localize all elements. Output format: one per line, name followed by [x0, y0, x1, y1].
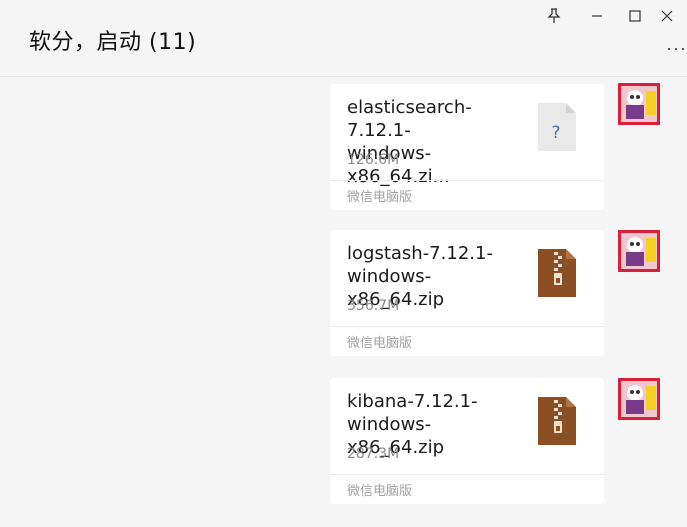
file-name: elasticsearch-7.12.1- windows-x86_64.zi.… — [347, 96, 527, 188]
minimize-icon[interactable] — [586, 6, 608, 26]
file-size: 126.6M — [347, 152, 400, 168]
divider — [330, 180, 604, 181]
file-name-line: kibana-7.12.1- — [347, 391, 478, 412]
pin-icon[interactable] — [543, 6, 565, 26]
chat-title: 软分，启动 (11) — [29, 30, 197, 55]
divider — [330, 474, 604, 475]
more-options-button[interactable]: ··· — [666, 38, 687, 59]
divider — [330, 326, 604, 327]
file-name-line: elasticsearch-7.12.1- — [347, 97, 472, 141]
avatar[interactable] — [618, 378, 660, 420]
chat-header: 软分，启动 (11) ··· — [0, 0, 687, 77]
file-size: 287.3M — [347, 446, 400, 462]
close-icon[interactable] — [656, 6, 678, 26]
zip-file-icon — [538, 397, 576, 445]
file-message-bubble[interactable]: kibana-7.12.1- windows-x86_64.zip 287.3M… — [330, 378, 604, 504]
avatar[interactable] — [618, 230, 660, 272]
file-message-bubble[interactable]: logstash-7.12.1- windows-x86_64.zip 356.… — [330, 230, 604, 356]
svg-text:?: ? — [551, 123, 560, 143]
unknown-file-icon: ? — [538, 103, 576, 151]
zip-file-icon — [538, 249, 576, 297]
file-message-bubble[interactable]: elasticsearch-7.12.1- windows-x86_64.zi.… — [330, 84, 604, 210]
file-size: 356.7M — [347, 298, 400, 314]
source-label: 微信电脑版 — [347, 484, 413, 499]
source-label: 微信电脑版 — [347, 190, 413, 205]
file-name-line: logstash-7.12.1- — [347, 243, 493, 264]
source-label: 微信电脑版 — [347, 336, 413, 351]
maximize-icon[interactable] — [624, 6, 646, 26]
avatar[interactable] — [618, 83, 660, 125]
